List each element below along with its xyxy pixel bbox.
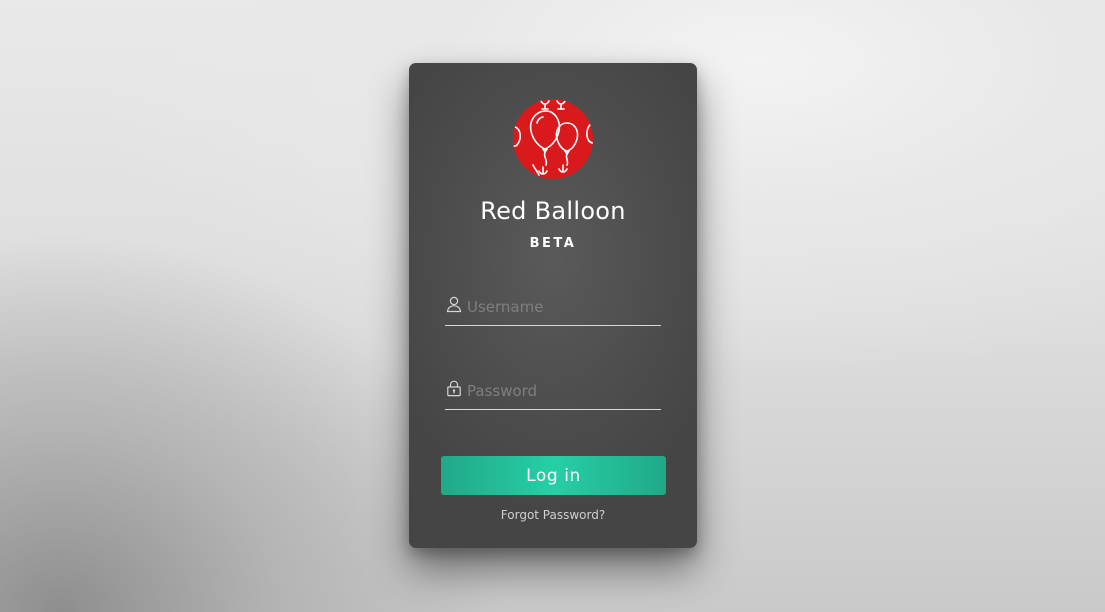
password-input[interactable] xyxy=(467,380,657,402)
lock-icon xyxy=(446,380,462,398)
app-subtitle: BETA xyxy=(529,236,577,251)
red-balloons-logo xyxy=(513,99,593,179)
login-button[interactable]: Log in xyxy=(441,456,666,495)
balloon-icon xyxy=(513,100,593,176)
forgot-password-link[interactable]: Forgot Password? xyxy=(409,508,697,522)
login-card: Red Balloon BETA Log in xyxy=(409,63,697,548)
app-title: Red Balloon xyxy=(480,197,626,225)
password-field[interactable] xyxy=(445,379,661,410)
user-icon xyxy=(446,296,462,314)
username-field[interactable] xyxy=(445,295,661,326)
username-input[interactable] xyxy=(467,296,657,318)
